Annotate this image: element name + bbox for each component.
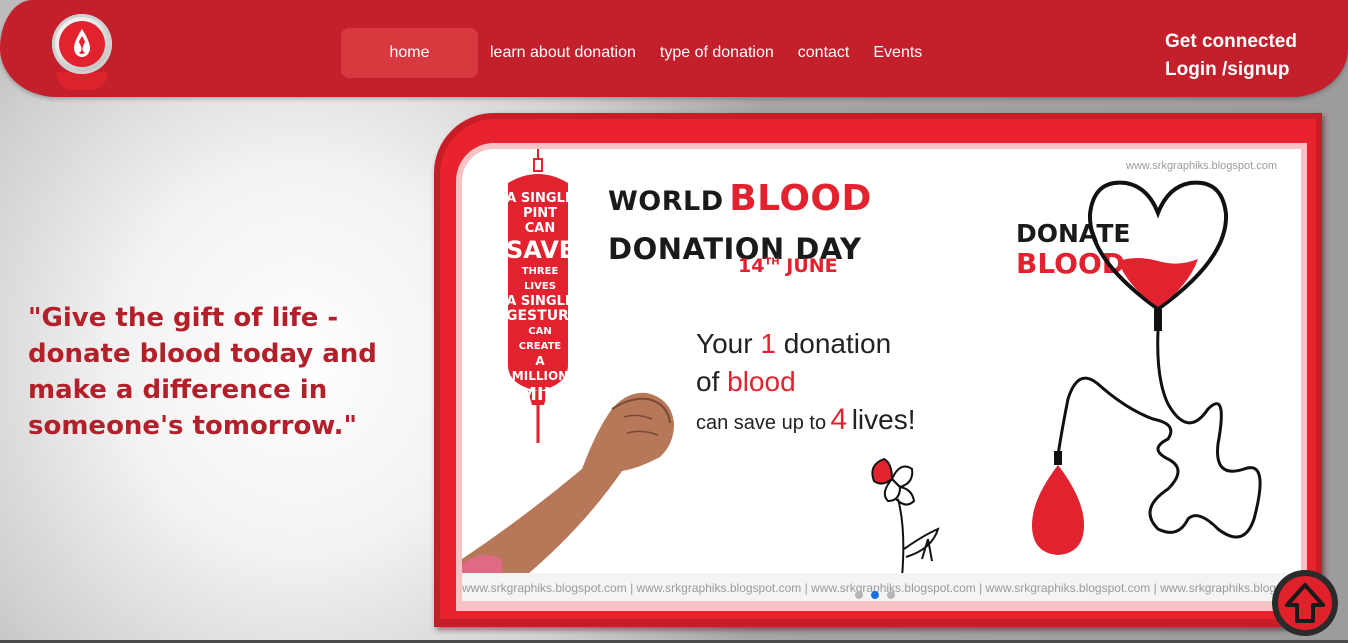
bag-line: A SINGLE: [506, 191, 574, 206]
carousel-indicators: [855, 591, 895, 599]
date-suffix: TH: [764, 256, 780, 268]
login-signup-link[interactable]: Login /signup: [1165, 56, 1297, 84]
line3-num: 4: [830, 403, 848, 436]
nav-events[interactable]: Events: [873, 44, 922, 62]
line1-b: donation: [783, 328, 892, 359]
scroll-to-top-inner: [1278, 576, 1332, 630]
carousel-frame: www.srkgraphiks.blogspot.com A SINGLE PI…: [434, 113, 1322, 627]
arrow-up-icon: [1285, 583, 1325, 623]
carousel-slide: www.srkgraphiks.blogspot.com A SINGLE PI…: [462, 149, 1301, 601]
nav-learn-about-donation[interactable]: learn about donation: [490, 44, 636, 62]
heart-bag-illustration: [1032, 180, 1262, 555]
arm-fist-illustration: [462, 392, 674, 584]
bag-line: A SINGLE: [506, 294, 574, 309]
header-account-links: Get connected Login /signup: [1165, 28, 1297, 84]
nav-home[interactable]: home: [341, 28, 478, 78]
bag-line: GESTURE: [506, 308, 579, 324]
carousel-viewport: www.srkgraphiks.blogspot.com A SINGLE PI…: [456, 143, 1307, 611]
logo-base: [56, 72, 108, 90]
flower-illustration: [871, 457, 940, 578]
line1-num: 1: [760, 328, 776, 359]
main-nav: home learn about donation type of donati…: [341, 28, 934, 78]
line3-a: can save up to: [696, 412, 827, 434]
carousel-dot-1[interactable]: [855, 591, 863, 599]
title-world: WORLD: [608, 186, 724, 217]
bag-line: THREE LIVES: [521, 266, 559, 292]
bag-line: SAVE: [506, 236, 576, 264]
line1-a: Your: [696, 328, 753, 359]
bag-line: PINT CAN: [522, 206, 558, 236]
logo-inner: [59, 21, 105, 67]
carousel-dot-2[interactable]: [871, 591, 879, 599]
carousel-frame-mid: www.srkgraphiks.blogspot.com A SINGLE PI…: [440, 119, 1316, 619]
title-blood: BLOOD: [729, 178, 872, 219]
line3-b: lives!: [851, 404, 916, 435]
date-day: 14: [738, 255, 765, 277]
bag-line: CAN CREATE: [518, 326, 562, 352]
date-month: JUNE: [786, 255, 838, 277]
slide-donation-text: Your 1 donation of blood can save up to …: [696, 325, 915, 444]
scroll-to-top-button[interactable]: [1272, 570, 1338, 636]
nav-contact[interactable]: contact: [798, 44, 850, 62]
slide-date: 14TH JUNE: [738, 255, 838, 277]
nav-type-of-donation[interactable]: type of donation: [660, 44, 774, 62]
get-connected-link[interactable]: Get connected: [1165, 28, 1297, 56]
hero-quote: "Give the gift of life - donate blood to…: [28, 303, 377, 441]
line2-b: blood: [727, 366, 796, 397]
top-navbar: home learn about donation type of donati…: [0, 0, 1348, 97]
blood-drop-logo-icon[interactable]: [52, 14, 112, 74]
blood-drops-icon: [74, 29, 90, 57]
line2-a: of: [696, 366, 720, 397]
carousel-dot-3[interactable]: [887, 591, 895, 599]
